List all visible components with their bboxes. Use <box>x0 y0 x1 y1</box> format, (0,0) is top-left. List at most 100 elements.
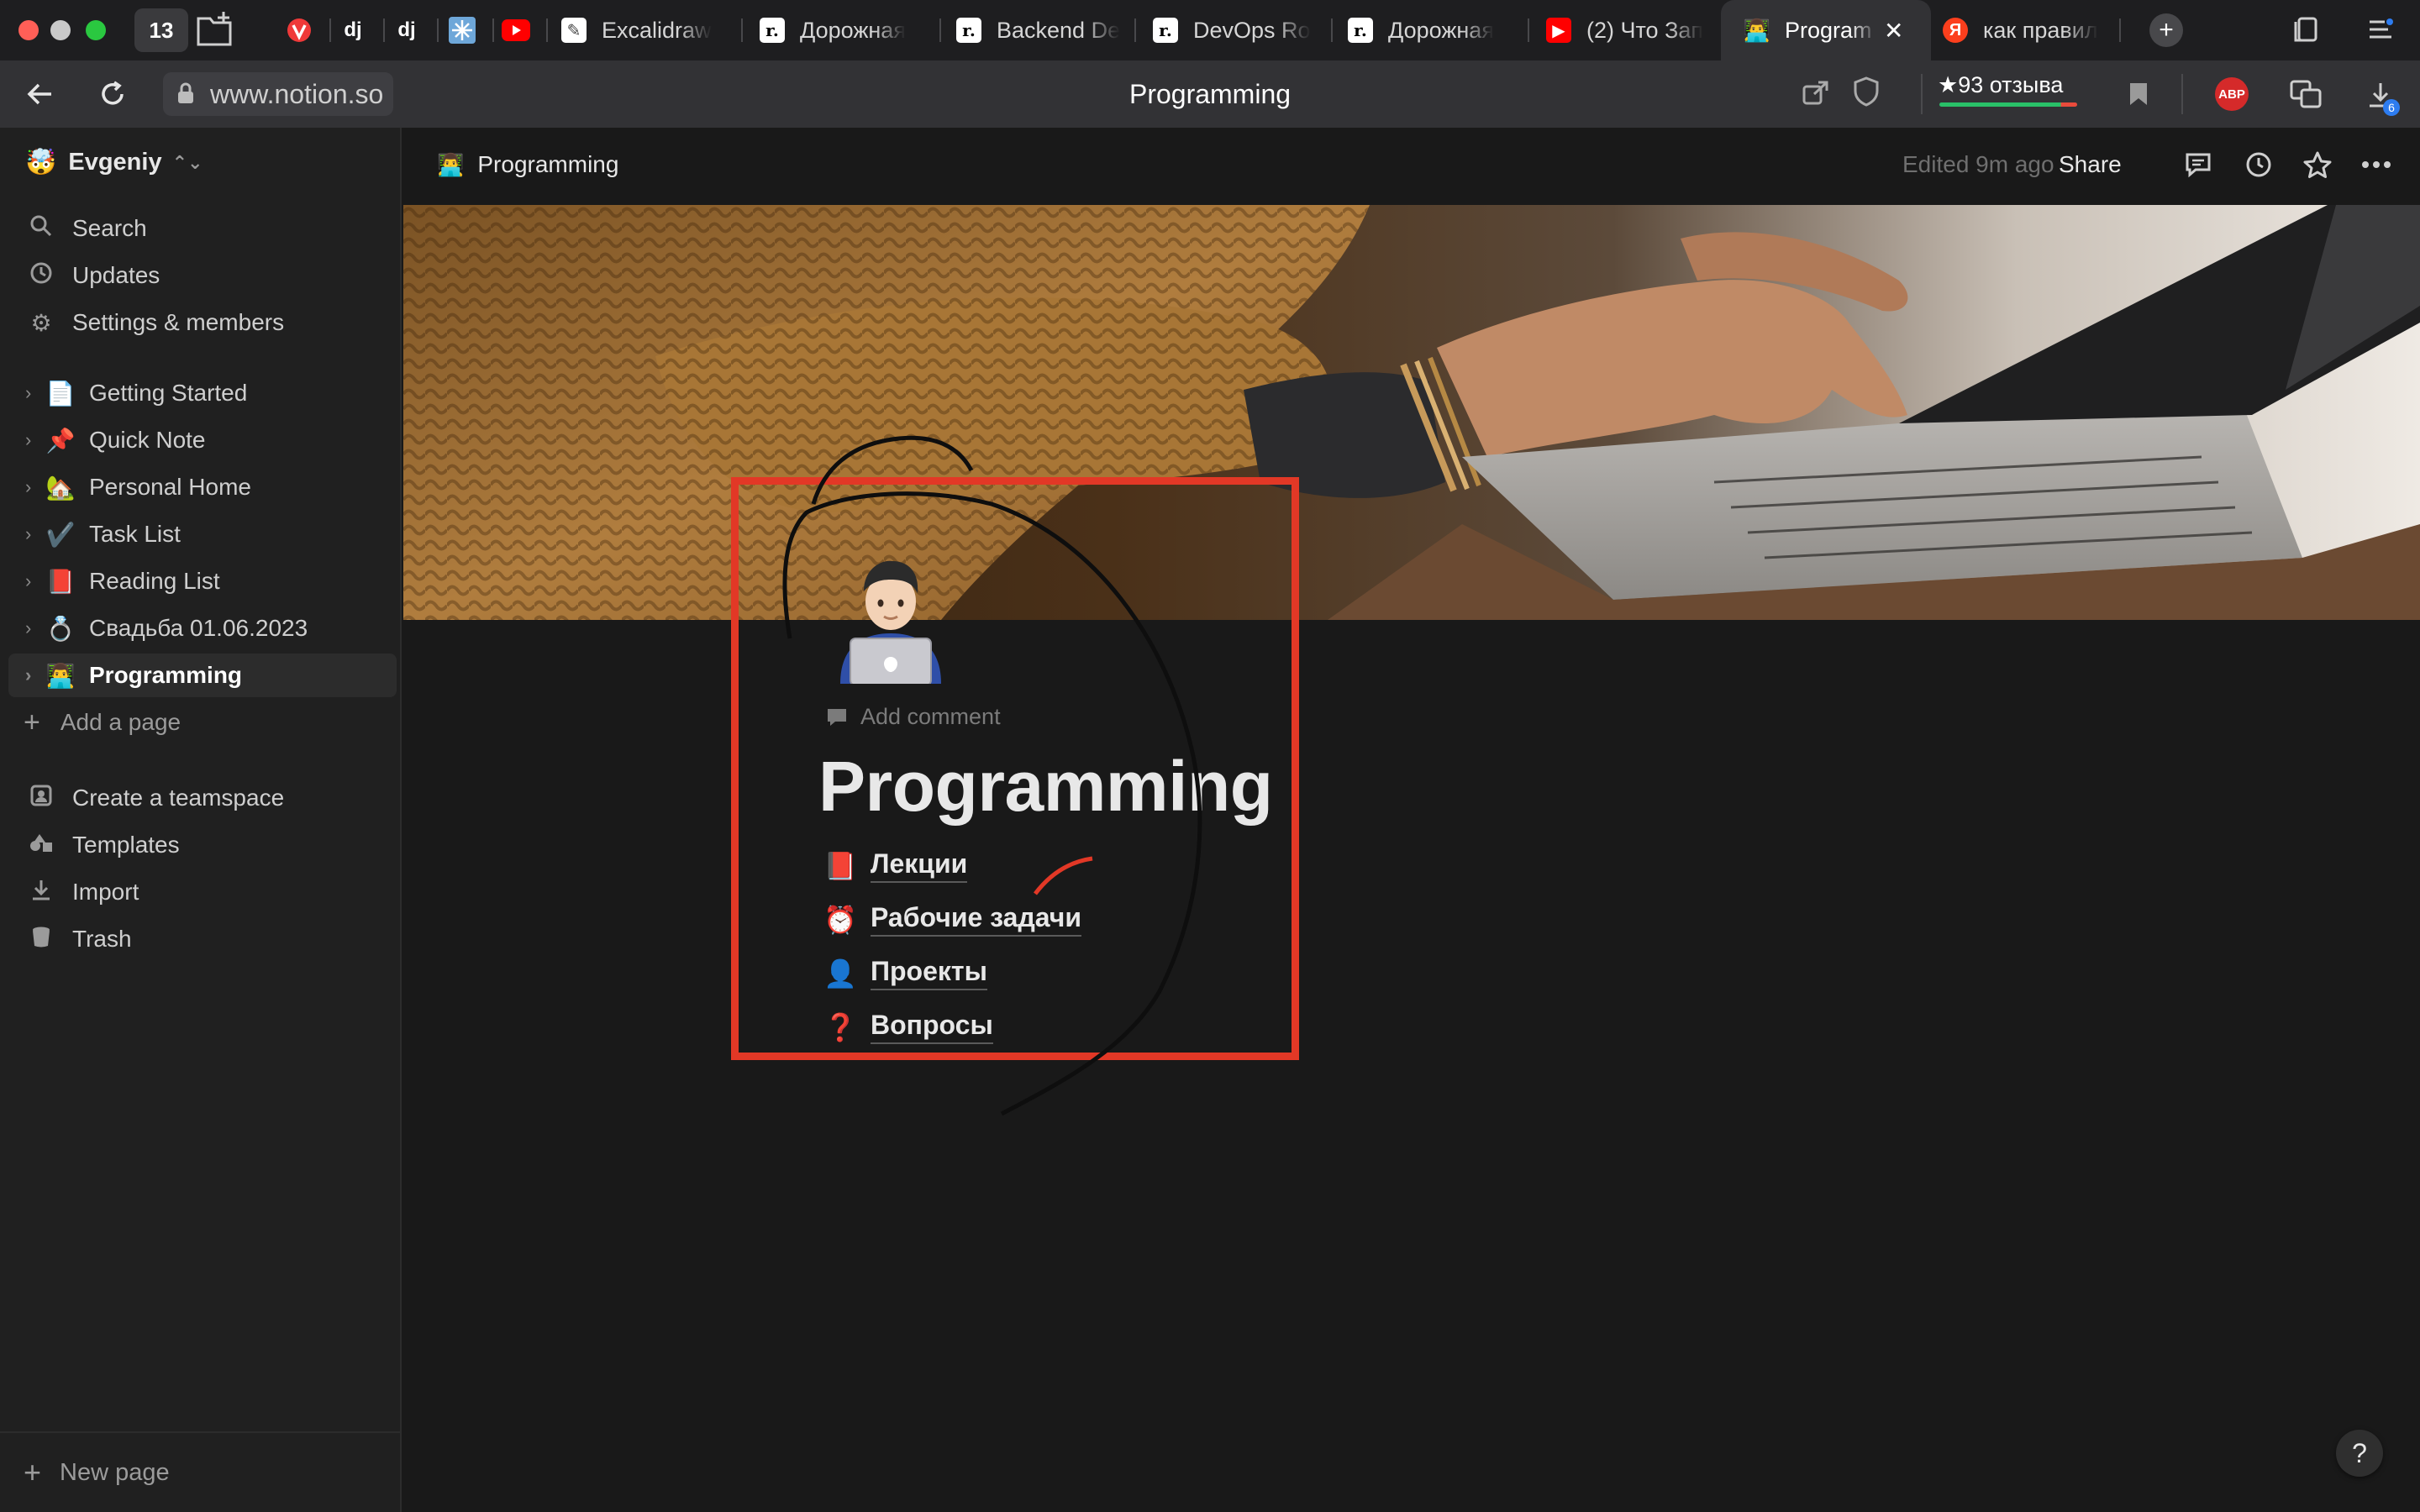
roadmap-icon: r. <box>956 18 981 43</box>
pinned-tab-django-2[interactable]: dj <box>390 13 424 47</box>
page-emoji: 👨‍💻 <box>45 662 76 689</box>
breadcrumb-title: Programming <box>477 151 619 177</box>
pinned-tab-vivaldi[interactable] <box>282 13 316 47</box>
pinned-tab-youtube[interactable] <box>499 13 533 47</box>
rating-bar <box>1939 102 2077 107</box>
download-icon <box>27 878 55 907</box>
pinned-tab-django-1[interactable]: dj <box>336 13 370 47</box>
tab-excalidraw[interactable]: ✎ Excalidraw <box>561 0 733 60</box>
comments-button[interactable] <box>2180 146 2217 183</box>
sidebar-import[interactable]: Import <box>8 870 397 914</box>
vivaldi-icon <box>287 18 311 42</box>
address-bar: www.notion.so Programming 3 ★93 отзыва <box>0 60 2420 165</box>
tab-roadmap-2[interactable]: r. Дорожная <box>1348 0 1512 60</box>
sidebar-templates[interactable]: Templates <box>8 823 397 867</box>
templates-icon <box>27 831 55 860</box>
chevron-right-icon[interactable]: › <box>25 429 42 451</box>
sidebar-trash[interactable]: Trash <box>8 917 397 961</box>
chevron-right-icon[interactable]: › <box>25 664 42 686</box>
adblock-plus-button[interactable]: ABP <box>2215 77 2249 111</box>
sidebar-item-task-list[interactable]: › ✔️ Task List <box>8 512 397 556</box>
sidebar-settings[interactable]: ⚙ Settings & members <box>8 301 397 344</box>
roadmap-icon: r. <box>1153 18 1178 43</box>
star-icon <box>2303 151 2332 178</box>
new-tab-group-icon[interactable] <box>195 12 235 49</box>
tab-devops[interactable]: r. DevOps Ro <box>1153 0 1318 60</box>
translate-icon[interactable] <box>2289 79 2323 109</box>
edited-timestamp: Edited 9m ago <box>1902 151 2054 177</box>
sidebar-item-wedding[interactable]: › 💍 Свадьба 01.06.2023 <box>8 606 397 650</box>
sidebar-item-programming[interactable]: › 👨‍💻 Programming <box>8 654 397 697</box>
workspace-switcher[interactable]: 🤯 Evgeniy ⌃⌄ <box>25 148 203 177</box>
close-window-button[interactable] <box>18 20 39 40</box>
chevron-up-down-icon: ⌃⌄ <box>171 151 203 173</box>
reviews-rating-button[interactable]: ★93 отзыва <box>1938 72 2063 98</box>
new-page-button[interactable]: + New page <box>0 1431 402 1512</box>
tab-yandex[interactable]: Якак правил <box>1943 0 2111 60</box>
sidebar-search[interactable]: Search <box>8 207 397 250</box>
close-tab-icon[interactable]: ✕ <box>1884 17 1903 45</box>
shield-icon[interactable] <box>1852 76 1881 108</box>
search-icon <box>27 214 55 244</box>
page-emoji: 📌 <box>45 427 76 454</box>
sidebar-updates[interactable]: Updates <box>8 254 397 297</box>
technologist-icon: 👨‍💻 <box>1743 17 1771 43</box>
excalidraw-icon: ✎ <box>561 18 587 43</box>
tab-programming[interactable]: 👨‍💻 Program ✕ <box>1721 0 1931 60</box>
page-emoji: ✔️ <box>45 521 76 548</box>
workspace-name: Evgeniy <box>68 149 162 176</box>
open-external-icon[interactable] <box>1802 79 1830 108</box>
tab-counter-button[interactable]: 13 <box>134 8 188 52</box>
youtube-icon: ▶ <box>1546 18 1571 43</box>
add-page-button[interactable]: + Add a page <box>8 701 397 744</box>
tab-youtube[interactable]: ▶ (2) Что Зап <box>1546 0 1711 60</box>
minimize-window-button[interactable] <box>50 20 71 40</box>
favorite-button[interactable] <box>2299 146 2336 183</box>
youtube-icon <box>502 19 530 41</box>
plus-icon: + <box>24 1455 42 1489</box>
gear-icon: ⚙ <box>30 309 52 336</box>
maximize-window-button[interactable] <box>86 20 106 40</box>
snowflake-icon <box>449 17 476 44</box>
page-topbar: 👨‍💻 Programming Edited 9m ago Share <box>403 128 2420 205</box>
cover-photo-typing-on-laptop <box>403 205 2420 620</box>
roadmap-icon: r. <box>1348 18 1373 43</box>
bookmark-icon[interactable] <box>2128 81 2149 108</box>
tab-stack-icon[interactable] <box>2292 15 2321 44</box>
history-button[interactable] <box>2240 146 2277 183</box>
help-button[interactable]: ? <box>2336 1430 2383 1477</box>
chevron-right-icon[interactable]: › <box>25 523 42 545</box>
tab-backend[interactable]: r. Backend De <box>956 0 1121 60</box>
roadmap-icon: r. <box>760 18 785 43</box>
cover-image[interactable] <box>403 205 2420 620</box>
clock-icon <box>2246 152 2271 177</box>
clock-icon <box>27 261 55 291</box>
sidebar-item-quick-note[interactable]: › 📌 Quick Note <box>8 418 397 462</box>
page-emoji: 💍 <box>45 615 76 642</box>
sidebar-item-getting-started[interactable]: › 📄 Getting Started <box>8 371 397 415</box>
sidebar-create-teamspace[interactable]: Create a teamspace <box>8 776 397 820</box>
tab-roadmap-1[interactable]: r. Дорожная <box>760 0 939 60</box>
menu-icon[interactable] <box>2366 17 2395 42</box>
page-emoji: 📕 <box>45 568 76 595</box>
sidebar-item-reading-list[interactable]: › 📕 Reading List <box>8 559 397 603</box>
chevron-right-icon[interactable]: › <box>25 382 42 404</box>
chevron-right-icon[interactable]: › <box>25 570 42 592</box>
sidebar: 🤯 Evgeniy ⌃⌄ Search Updates ⚙ Settings &… <box>0 128 402 1512</box>
share-button[interactable]: Share <box>2059 151 2122 178</box>
new-tab-button[interactable]: + <box>2149 13 2183 47</box>
more-options-button[interactable] <box>2358 146 2395 183</box>
sidebar-item-personal-home[interactable]: › 🏡 Personal Home <box>8 465 397 509</box>
page-emoji: 📄 <box>45 380 76 407</box>
pinned-tab-excalidraw[interactable] <box>445 13 479 47</box>
downloads-badge: 6 <box>2383 99 2400 116</box>
workspace-emoji: 🤯 <box>25 149 57 176</box>
comment-icon <box>2186 153 2211 178</box>
annotation-highlight-box <box>731 477 1299 1060</box>
browser-tab-strip: 13 dj dj ✎ Excalidraw r. Дорожная r. Backen… <box>0 0 2420 60</box>
trash-icon <box>27 925 55 954</box>
breadcrumb[interactable]: 👨‍💻 Programming <box>437 151 618 178</box>
page-emoji: 🏡 <box>45 474 76 501</box>
chevron-right-icon[interactable]: › <box>25 476 42 498</box>
chevron-right-icon[interactable]: › <box>25 617 42 639</box>
